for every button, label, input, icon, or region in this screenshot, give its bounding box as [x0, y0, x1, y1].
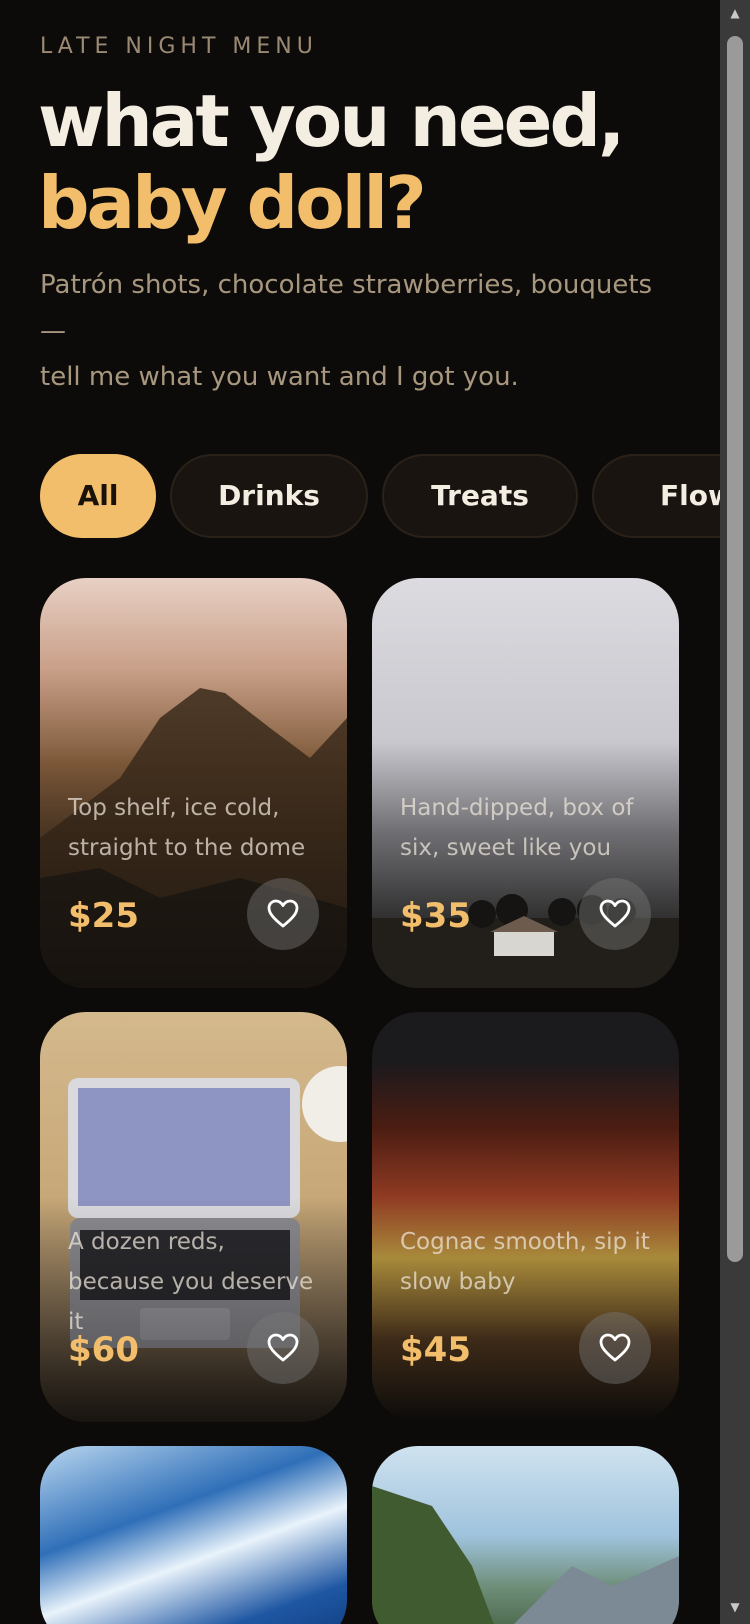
favorite-button[interactable] [247, 878, 319, 950]
heart-outline-icon [599, 899, 631, 928]
product-card[interactable]: A dozen reds, because you deserve it $60 [40, 1012, 347, 1422]
filter-chip-treats[interactable]: Treats [382, 454, 578, 538]
product-description: Hand-dipped, box of six, sweet like you [400, 795, 634, 861]
filter-chip-flowers[interactable]: Flowers [592, 454, 720, 538]
title-line-2: baby doll? [38, 161, 427, 245]
heart-outline-icon [267, 899, 299, 928]
eyebrow-label: LATE NIGHT MENU [40, 34, 318, 59]
product-card[interactable]: Cognac smooth, sip it slow baby $45 [372, 1012, 679, 1422]
favorite-button[interactable] [579, 878, 651, 950]
product-card[interactable] [372, 1446, 679, 1624]
favorite-button[interactable] [579, 1312, 651, 1384]
scrollbar-thumb[interactable] [727, 36, 743, 1262]
product-card[interactable] [40, 1446, 347, 1624]
favorite-button[interactable] [247, 1312, 319, 1384]
menu-page: LATE NIGHT MENU what you need, baby doll… [0, 0, 720, 1624]
scroll-down-arrow-icon[interactable]: ▼ [727, 1600, 743, 1614]
product-price: $25 [68, 896, 139, 936]
product-card[interactable]: Hand-dipped, box of six, sweet like you … [372, 578, 679, 988]
heart-outline-icon [599, 1333, 631, 1362]
product-price: $45 [400, 1330, 471, 1370]
subtitle-line-1: Patrón shots, chocolate strawberries, bo… [40, 270, 653, 346]
filter-chip-drinks[interactable]: Drinks [170, 454, 368, 538]
title-line-1: what you need, [38, 79, 625, 163]
subtitle-line-2: tell me what you want and I got you. [40, 362, 519, 392]
heart-outline-icon [267, 1333, 299, 1362]
product-price: $60 [68, 1330, 139, 1370]
filter-chip-all[interactable]: All [40, 454, 156, 538]
product-description: Cognac smooth, sip it slow baby [400, 1229, 650, 1295]
subtitle: Patrón shots, chocolate strawberries, bo… [40, 262, 670, 400]
product-image [372, 1486, 679, 1624]
filter-chips: AllDrinksTreatsFlowers [40, 454, 720, 538]
product-card[interactable]: Top shelf, ice cold, straight to the dom… [40, 578, 347, 988]
page-title: what you need, baby doll? [38, 79, 625, 245]
scroll-up-arrow-icon[interactable]: ▲ [727, 6, 743, 20]
product-price: $35 [400, 896, 471, 936]
product-description: Top shelf, ice cold, straight to the dom… [68, 795, 306, 861]
